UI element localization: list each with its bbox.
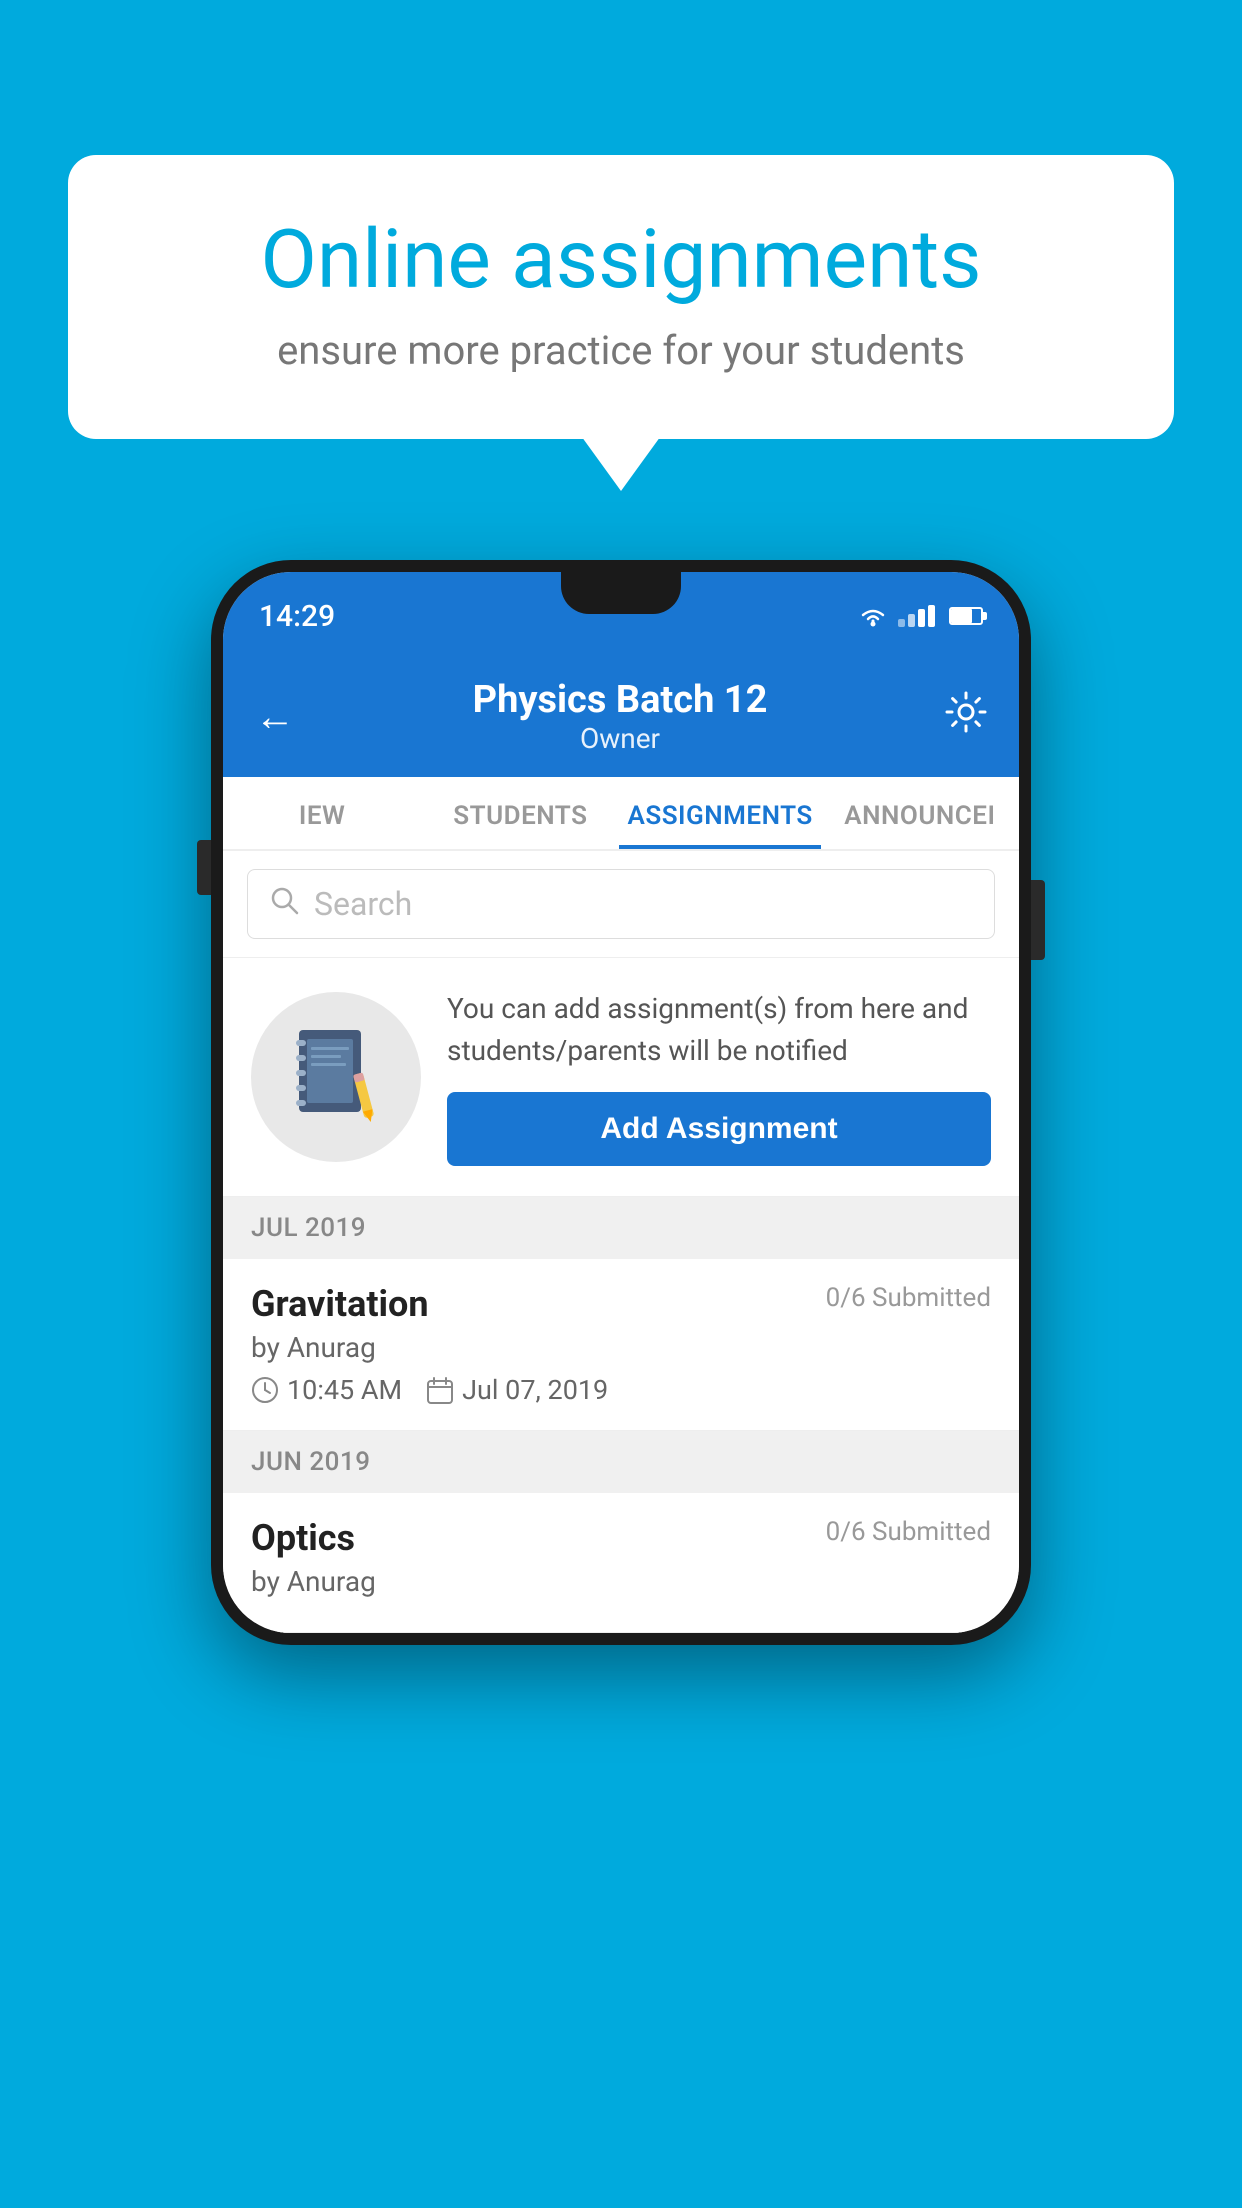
meta-time: 10:45 AM — [251, 1374, 402, 1406]
signal-icon — [898, 605, 935, 627]
optics-author: by Anurag — [251, 1565, 991, 1598]
speech-bubble-wrapper: Online assignments ensure more practice … — [68, 155, 1174, 439]
meta-date: Jul 07, 2019 — [426, 1374, 608, 1406]
status-time: 14:29 — [259, 599, 335, 634]
search-container: Search — [223, 851, 1019, 958]
search-icon — [268, 884, 300, 924]
tab-assignments[interactable]: ASSIGNMENTS — [619, 777, 820, 849]
app-header: ← Physics Batch 12 Owner — [223, 660, 1019, 777]
phone-wrapper: 14:29 — [211, 560, 1031, 1645]
back-button[interactable]: ← — [255, 693, 295, 740]
promo-section: You can add assignment(s) from here and … — [223, 958, 1019, 1197]
promo-text: You can add assignment(s) from here and … — [447, 988, 991, 1072]
header-center: Physics Batch 12 Owner — [473, 678, 768, 755]
speech-bubble-subtitle: ensure more practice for your students — [138, 327, 1104, 374]
tab-iew[interactable]: IEW — [223, 777, 421, 849]
header-subtitle: Owner — [473, 722, 768, 755]
assignment-item-gravitation[interactable]: Gravitation 0/6 Submitted by Anurag 10:4… — [223, 1259, 1019, 1431]
tab-announcements[interactable]: ANNOUNCEI — [821, 777, 1019, 849]
section-jul-2019: JUL 2019 — [223, 1197, 1019, 1259]
calendar-icon — [426, 1376, 454, 1404]
optics-title: Optics — [251, 1517, 355, 1559]
assignment-row1-optics: Optics 0/6 Submitted — [251, 1517, 991, 1559]
assignment-submitted: 0/6 Submitted — [826, 1283, 991, 1313]
section-jun-2019: JUN 2019 — [223, 1431, 1019, 1493]
phone-outer: 14:29 — [211, 560, 1031, 1645]
wifi-icon — [858, 605, 888, 627]
assignment-time: 10:45 AM — [287, 1374, 402, 1406]
add-assignment-button[interactable]: Add Assignment — [447, 1092, 991, 1166]
assignment-author: by Anurag — [251, 1331, 991, 1364]
clock-icon — [251, 1376, 279, 1404]
assignment-row1: Gravitation 0/6 Submitted — [251, 1283, 991, 1325]
assignment-item-optics[interactable]: Optics 0/6 Submitted by Anurag — [223, 1493, 1019, 1633]
speech-bubble: Online assignments ensure more practice … — [68, 155, 1174, 439]
phone-screen: 14:29 — [223, 572, 1019, 1633]
assignment-meta: 10:45 AM Jul 07, 2019 — [251, 1374, 991, 1406]
notebook-icon — [291, 1025, 381, 1130]
battery-icon — [949, 607, 983, 625]
status-bar: 14:29 — [223, 572, 1019, 660]
optics-submitted: 0/6 Submitted — [826, 1517, 991, 1547]
tabs-bar: IEW STUDENTS ASSIGNMENTS ANNOUNCEI — [223, 777, 1019, 851]
search-svg-icon — [268, 884, 300, 916]
header-title: Physics Batch 12 — [473, 678, 768, 722]
promo-icon-circle — [251, 992, 421, 1162]
promo-content: You can add assignment(s) from here and … — [447, 988, 991, 1166]
search-placeholder: Search — [314, 885, 412, 923]
status-icons — [858, 605, 983, 627]
speech-bubble-title: Online assignments — [138, 215, 1104, 305]
settings-button[interactable] — [945, 691, 987, 743]
settings-icon — [945, 691, 987, 733]
tab-students[interactable]: STUDENTS — [421, 777, 619, 849]
assignment-date: Jul 07, 2019 — [462, 1374, 608, 1406]
phone-notch — [561, 572, 681, 614]
assignment-title: Gravitation — [251, 1283, 429, 1325]
search-input-wrapper[interactable]: Search — [247, 869, 995, 939]
